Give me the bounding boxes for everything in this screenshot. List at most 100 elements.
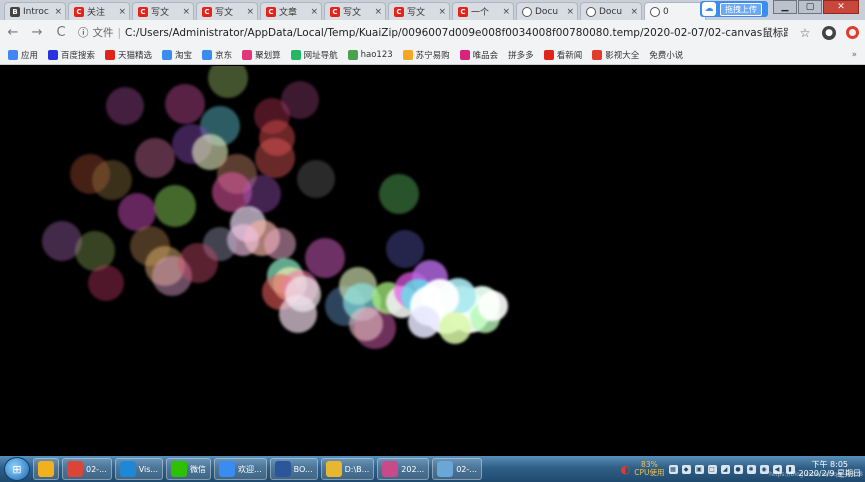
- tab-5[interactable]: C 写文 ×: [324, 2, 386, 20]
- bookmark-item[interactable]: 影视大全: [592, 49, 639, 61]
- tab-close-icon[interactable]: ×: [182, 7, 190, 17]
- bookmark-item[interactable]: 聚划算: [242, 49, 281, 61]
- tab-close-icon[interactable]: ×: [438, 7, 446, 17]
- bookmarks-more-icon[interactable]: »: [852, 50, 857, 60]
- tab-close-icon[interactable]: ×: [502, 7, 510, 17]
- taskbar-button[interactable]: 02-...: [62, 458, 112, 480]
- tab-8[interactable]: Docu ×: [516, 2, 578, 20]
- tray-user-icon[interactable]: ●: [733, 464, 743, 474]
- tab-0[interactable]: B Introc ×: [4, 2, 66, 20]
- url-text[interactable]: C:/Users/Administrator/AppData/Local/Tem…: [125, 25, 788, 40]
- bookmark-label: 影视大全: [605, 50, 640, 61]
- c-icon: C: [266, 6, 276, 17]
- bubble-canvas[interactable]: [0, 66, 865, 456]
- bookmark-item[interactable]: 免费小说: [649, 49, 683, 61]
- opera-icon[interactable]: [846, 26, 859, 39]
- bookmark-star-icon[interactable]: ☆: [798, 26, 812, 40]
- bookmark-item[interactable]: 应用: [8, 49, 38, 61]
- canvas-area[interactable]: [0, 66, 865, 456]
- vip-icon: [459, 49, 470, 60]
- taskbar-button[interactable]: Vis...: [114, 458, 164, 480]
- tab-close-icon[interactable]: ×: [310, 7, 318, 17]
- bookmark-label: 苏宁易购: [415, 50, 450, 61]
- tray-signal-icon[interactable]: ◢: [720, 464, 730, 474]
- hao-icon: [290, 49, 301, 60]
- cpu-label: CPU使用: [634, 468, 665, 477]
- bookmark-item[interactable]: 淘宝: [162, 49, 192, 61]
- forward-arrow-icon[interactable]: →: [30, 25, 44, 40]
- play-icon: [592, 49, 603, 60]
- taskbar-button[interactable]: 202...: [377, 458, 430, 480]
- address-bar[interactable]: ⓘ 文件 | C:/Users/Administrator/AppData/Lo…: [78, 23, 788, 42]
- tab-close-icon[interactable]: ×: [246, 7, 254, 17]
- taskbar-button[interactable]: BO...: [269, 458, 318, 480]
- tab-9[interactable]: Docu ×: [580, 2, 642, 20]
- bubble-circle: [75, 231, 115, 271]
- cpu-meter[interactable]: 83% CPU使用: [634, 461, 664, 477]
- bookmark-item[interactable]: 京东: [202, 49, 232, 61]
- tray-battery-icon[interactable]: ▮: [785, 464, 795, 474]
- taskbar-button-label: 欢迎...: [238, 464, 262, 474]
- browser-toolbar: ← → C ⓘ 文件 | C:/Users/Administrator/AppD…: [0, 20, 865, 45]
- bookmark-label: 京东: [215, 50, 233, 61]
- taskbar-button[interactable]: [33, 458, 59, 480]
- bubble-circle: [208, 66, 248, 98]
- tab-2[interactable]: C 写文 ×: [132, 2, 194, 20]
- tray-network-icon[interactable]: ▣: [694, 464, 704, 474]
- tab-close-icon[interactable]: ×: [374, 7, 382, 17]
- start-orb-icon[interactable]: ⊞: [4, 457, 30, 481]
- tab-label: Introc: [23, 6, 49, 17]
- tab-1[interactable]: C 关注 ×: [68, 2, 130, 20]
- bookmark-item[interactable]: 百度搜索: [48, 49, 95, 61]
- tab-close-icon[interactable]: ×: [54, 7, 62, 17]
- tray-bluetooth-icon[interactable]: ✱: [746, 464, 756, 474]
- b-icon: B: [10, 6, 20, 17]
- chrome-icon: [67, 461, 83, 477]
- tab-label: Docu: [535, 6, 559, 17]
- tab-close-icon[interactable]: ×: [630, 7, 638, 17]
- bubble-circle: [281, 81, 319, 119]
- tray-shield-icon[interactable]: ◆: [681, 464, 691, 474]
- bookmark-item[interactable]: hao123: [347, 49, 393, 60]
- tab-close-icon[interactable]: ×: [118, 7, 126, 17]
- bubble-circle: [88, 265, 124, 301]
- tray-app-icon[interactable]: ◐: [621, 463, 631, 476]
- close-window-button[interactable]: ✕: [823, 0, 859, 14]
- tab-close-icon[interactable]: ×: [566, 7, 574, 17]
- bookmark-item[interactable]: 拼多多: [508, 49, 534, 61]
- taskbar-button[interactable]: 欢迎...: [214, 458, 267, 480]
- maximize-button[interactable]: ▢: [798, 0, 822, 14]
- tab-3[interactable]: C 写文 ×: [196, 2, 258, 20]
- bookmark-item[interactable]: 看新闻: [543, 49, 582, 61]
- info-icon[interactable]: ⓘ: [78, 25, 89, 40]
- bubble-circle: [386, 230, 424, 268]
- taskbar-button-label: 02-...: [456, 464, 477, 474]
- bookmark-item[interactable]: 苏宁易购: [402, 49, 450, 61]
- globe-icon: [586, 6, 596, 17]
- bookmark-label: 聚划算: [255, 50, 281, 61]
- taskbar-button[interactable]: 微信: [166, 458, 212, 480]
- bookmark-item[interactable]: 网址导航: [290, 49, 338, 61]
- tab-4[interactable]: C 文章 ×: [260, 2, 322, 20]
- tray-chat-icon[interactable]: ◉: [759, 464, 769, 474]
- tray-volume-icon[interactable]: ◀: [772, 464, 782, 474]
- tab-6[interactable]: C 写文 ×: [388, 2, 450, 20]
- upload-widget[interactable]: ☁ 拖拽上传: [700, 1, 768, 17]
- tray-calendar-icon[interactable]: ▦: [668, 464, 678, 474]
- clock-date: 2020/2/9 星期日: [798, 469, 861, 478]
- account-icon[interactable]: ●: [822, 25, 836, 40]
- tab-7[interactable]: C 一个 ×: [452, 2, 514, 20]
- bookmark-label: 应用: [21, 50, 39, 61]
- back-arrow-icon[interactable]: ←: [6, 25, 20, 40]
- bubble-circle: [305, 238, 345, 278]
- tab-10[interactable]: 0: [644, 2, 706, 20]
- reload-icon[interactable]: C: [54, 25, 68, 40]
- clock[interactable]: 下午 8:05 2020/2/9 星期日: [799, 460, 861, 478]
- taskbar-button[interactable]: 02-...: [432, 458, 482, 480]
- taskbar-button[interactable]: D:\B...: [320, 458, 375, 480]
- bubble-circle: [154, 185, 196, 227]
- minimize-button[interactable]: ▁: [773, 0, 797, 14]
- bookmark-item[interactable]: 天猫精选: [105, 49, 152, 61]
- tray-window-icon[interactable]: □: [707, 464, 717, 474]
- bookmark-item[interactable]: 唯品会: [459, 49, 498, 61]
